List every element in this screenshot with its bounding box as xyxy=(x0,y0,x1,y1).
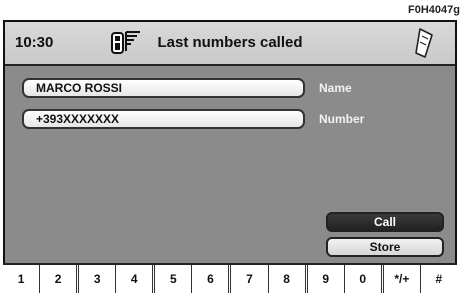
key-1[interactable]: 1 xyxy=(3,265,39,293)
name-label: Name xyxy=(319,81,352,95)
key-0[interactable]: 0 xyxy=(343,265,381,293)
key-3[interactable]: 3 xyxy=(76,265,115,293)
key-star-plus[interactable]: */+ xyxy=(380,265,420,293)
key-5[interactable]: 5 xyxy=(152,265,191,293)
call-button[interactable]: Call xyxy=(326,212,444,232)
key-9[interactable]: 9 xyxy=(304,265,344,293)
key-2[interactable]: 2 xyxy=(39,265,76,293)
header-bar: 10:30 Last numbers called xyxy=(5,22,455,66)
display-frame: 10:30 Last numbers called MARCO ROSSI Na… xyxy=(3,20,457,293)
handset-icon xyxy=(415,28,433,58)
key-7[interactable]: 7 xyxy=(228,265,267,293)
key-hash[interactable]: # xyxy=(419,265,457,293)
screen-title: Last numbers called xyxy=(157,34,303,51)
figure-code: F0H4047g xyxy=(408,4,460,16)
keypad: 1 2 3 4 5 6 7 8 9 0 */+ # xyxy=(3,263,457,293)
name-field[interactable]: MARCO ROSSI xyxy=(22,78,305,98)
key-4[interactable]: 4 xyxy=(115,265,152,293)
key-8[interactable]: 8 xyxy=(267,265,305,293)
number-field[interactable]: +393XXXXXXX xyxy=(22,109,305,129)
key-6[interactable]: 6 xyxy=(191,265,228,293)
store-button[interactable]: Store xyxy=(326,237,444,257)
number-label: Number xyxy=(319,112,365,126)
